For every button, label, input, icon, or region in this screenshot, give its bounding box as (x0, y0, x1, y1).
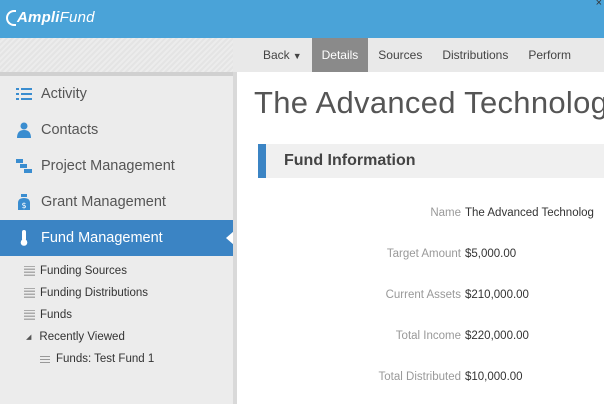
tab-details[interactable]: Details (311, 38, 369, 72)
field-label: Name (430, 207, 461, 219)
field-value: $210,000.00 (465, 289, 529, 301)
sidebar-subitem-funding-sources[interactable]: Funding Sources (0, 260, 233, 282)
sidebar-item-label: Fund Management (41, 230, 163, 246)
sidebar: Activity Contacts Project Management $ G… (0, 72, 234, 404)
tab-distributions[interactable]: Distributions (432, 38, 518, 72)
field-row-name: Name The Advanced Technolog (233, 204, 604, 224)
sidebar-item-label: Contacts (41, 122, 99, 138)
money-bag-icon: $ (14, 192, 34, 212)
recently-viewed-label: Recently Viewed (39, 331, 125, 343)
field-label: Current Assets (385, 289, 461, 301)
tab-back[interactable]: Back ▼ (253, 38, 312, 72)
section-header-fund-information: Fund Information (258, 144, 604, 178)
svg-text:$: $ (21, 201, 26, 210)
field-value: $220,000.00 (465, 330, 529, 342)
logo-text-bold: Ampli (17, 9, 60, 26)
tab-performance-label: Perform (528, 48, 572, 62)
field-label: Total Distributed (378, 371, 461, 383)
logo-text-rest: Fund (59, 9, 95, 26)
sidebar-item-project-management[interactable]: Project Management (0, 148, 233, 184)
thermometer-icon (14, 228, 34, 248)
lines-icon (40, 355, 50, 363)
top-bar: Ampli Fund × (0, 0, 604, 38)
caret-down-icon: ▼ (292, 51, 302, 61)
sidebar-item-label: Grant Management (41, 194, 166, 210)
tab-distributions-label: Distributions (442, 48, 509, 62)
person-icon (14, 120, 34, 140)
field-row-target-amount: Target Amount $5,000.00 (233, 245, 604, 265)
grid-icon (24, 310, 35, 320)
list-icon (14, 84, 34, 104)
section-title: Fund Information (284, 152, 416, 169)
tab-sources-label: Sources (378, 48, 423, 62)
sidebar-item-fund-management[interactable]: Fund Management (0, 220, 234, 256)
tab-back-label: Back (263, 48, 290, 62)
grid-icon (24, 288, 35, 298)
project-icon (14, 156, 34, 176)
sidebar-item-grant-management[interactable]: $ Grant Management (0, 184, 233, 220)
expand-triangle-icon: ◢ (26, 334, 32, 341)
amplifund-logo[interactable]: Ampli Fund (6, 9, 95, 26)
tab-performance[interactable]: Perform (518, 38, 581, 72)
sidebar-subitem-label: Funds (40, 309, 72, 321)
sidebar-item-contacts[interactable]: Contacts (0, 112, 233, 148)
sidebar-item-label: Project Management (41, 158, 175, 174)
close-icon[interactable]: × (596, 0, 602, 9)
sub-header-hatch (0, 38, 233, 72)
sidebar-subitem-label: Funding Distributions (40, 287, 149, 299)
sub-header: Back ▼ Details Sources Distributions Perf… (0, 38, 604, 72)
logo-mark-icon (6, 9, 16, 26)
main-content: The Advanced Technolog Fund Information … (233, 72, 604, 404)
sidebar-item-activity[interactable]: Activity (0, 76, 233, 112)
field-row-total-distributed: Total Distributed $10,000.00 (233, 368, 604, 388)
field-label: Total Income (395, 330, 461, 342)
tab-sources[interactable]: Sources (368, 38, 432, 72)
sidebar-item-label: Activity (41, 86, 87, 102)
field-row-current-assets: Current Assets $210,000.00 (233, 286, 604, 306)
recently-viewed-toggle[interactable]: ◢ Recently Viewed (0, 326, 233, 348)
grid-icon (24, 266, 35, 276)
field-row-total-income: Total Income $220,000.00 (233, 327, 604, 347)
recent-item-test-fund-1[interactable]: Funds: Test Fund 1 (0, 348, 233, 370)
field-value: The Advanced Technolog (465, 207, 594, 219)
field-label: Target Amount (386, 248, 461, 260)
field-value: $10,000.00 (465, 371, 523, 383)
record-tabs: Back ▼ Details Sources Distributions Perf… (253, 38, 581, 72)
sidebar-subitem-funding-distributions[interactable]: Funding Distributions (0, 282, 233, 304)
sidebar-subitem-funds[interactable]: Funds (0, 304, 233, 326)
field-value: $5,000.00 (465, 248, 517, 260)
recent-item-label: Funds: Test Fund 1 (56, 353, 155, 365)
sidebar-subitem-label: Funding Sources (40, 265, 127, 277)
main-divider (233, 72, 237, 404)
page-title: The Advanced Technolog (254, 85, 604, 120)
tab-details-label: Details (321, 48, 359, 62)
